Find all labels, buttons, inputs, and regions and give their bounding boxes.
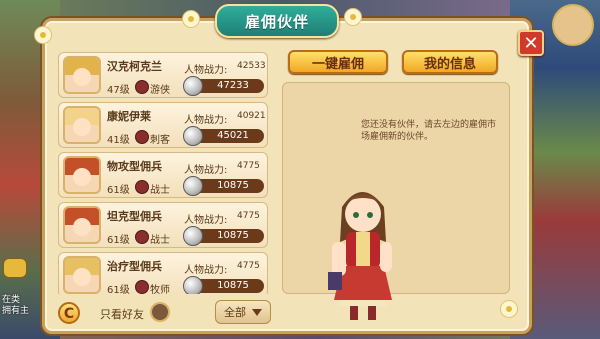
power-label: 人物战力: — [184, 65, 228, 76]
mercenary-list[interactable]: 汉克柯克兰 47级 游侠 人物战力: 42533 47233 康妮伊莱 41级 … — [58, 52, 270, 294]
power-value: 4775 — [237, 211, 260, 221]
panel-title: 雇佣伙伴 — [215, 4, 339, 38]
list-item[interactable]: 康妮伊莱 41级 刺客 人物战力: 40921 45021 — [58, 102, 268, 148]
flower-decoration-icon — [500, 300, 518, 318]
friends-only-toggle[interactable] — [150, 302, 170, 322]
class-icon — [135, 80, 149, 94]
cost-value: 47233 — [217, 80, 249, 91]
avatar — [63, 56, 101, 94]
power-value: 4775 — [237, 161, 260, 171]
empty-partner-message: 您还没有伙伴，请去左边的雇佣市场雇佣新的伙伴。 — [361, 120, 497, 142]
mercenary-name: 治疗型佣兵 — [107, 260, 162, 273]
chat-icon[interactable] — [3, 258, 27, 278]
power-value: 40921 — [237, 111, 266, 121]
mercenary-level: 61级 — [107, 285, 130, 294]
mercenary-name: 物攻型佣兵 — [107, 160, 162, 173]
avatar — [63, 156, 101, 194]
mercenary-level: 41级 — [107, 135, 130, 146]
mercenary-name: 坦克型佣兵 — [107, 210, 162, 223]
mercenary-level: 61级 — [107, 185, 130, 196]
mercenary-level: 47级 — [107, 85, 130, 96]
my-info-button[interactable]: 我的信息 — [402, 50, 498, 74]
avatar — [63, 256, 101, 294]
power-value: 4775 — [237, 261, 260, 271]
friends-only-label: 只看好友 — [100, 308, 144, 321]
power-value: 42533 — [237, 61, 266, 71]
player-portrait-avatar[interactable] — [552, 4, 594, 46]
cost-value: 45021 — [217, 130, 249, 141]
avatar — [63, 106, 101, 144]
avatar — [63, 206, 101, 244]
filter-value: 全部 — [224, 306, 246, 319]
silver-coin-icon — [183, 126, 203, 146]
flower-decoration-icon — [182, 10, 200, 28]
silver-coin-icon — [183, 76, 203, 96]
mercenary-class: 游侠 — [150, 85, 170, 96]
power-label: 人物战力: — [184, 265, 228, 276]
flower-decoration-icon — [34, 26, 52, 44]
mercenary-class: 牧师 — [150, 285, 170, 294]
cost-value: 10875 — [217, 180, 249, 191]
class-icon — [135, 280, 149, 294]
mercenary-class: 战士 — [150, 185, 170, 196]
chevron-down-icon — [252, 308, 262, 316]
guide-character-illustration — [328, 192, 392, 320]
list-item[interactable]: 汉克柯克兰 47级 游侠 人物战力: 42533 47233 — [58, 52, 268, 98]
power-label: 人物战力: — [184, 215, 228, 226]
class-icon — [135, 130, 149, 144]
list-item[interactable]: 物攻型佣兵 61级 战士 人物战力: 4775 10875 — [58, 152, 268, 198]
mercenary-level: 61级 — [107, 235, 130, 246]
filter-dropdown[interactable]: 全部 — [215, 300, 271, 324]
close-button[interactable]: ✕ — [518, 30, 544, 56]
silver-coin-icon — [183, 176, 203, 196]
panel-title-text: 雇佣伙伴 — [244, 12, 309, 31]
class-icon — [135, 180, 149, 194]
cost-value: 10875 — [217, 230, 249, 241]
silver-coin-icon — [183, 276, 203, 294]
class-icon — [135, 230, 149, 244]
mercenary-class: 刺客 — [150, 135, 170, 146]
power-label: 人物战力: — [184, 165, 228, 176]
refresh-button[interactable]: C — [58, 302, 80, 324]
list-item[interactable]: 治疗型佣兵 61级 牧师 人物战力: 4775 10875 — [58, 252, 268, 294]
mercenary-name: 汉克柯克兰 — [107, 60, 162, 73]
power-label: 人物战力: — [184, 115, 228, 126]
silver-coin-icon — [183, 226, 203, 246]
hire-all-button[interactable]: 一键雇佣 — [288, 50, 388, 74]
mercenary-name: 康妮伊莱 — [107, 110, 151, 123]
mercenary-class: 战士 — [150, 235, 170, 246]
flower-decoration-icon — [344, 8, 362, 26]
list-item[interactable]: 坦克型佣兵 61级 战士 人物战力: 4775 10875 — [58, 202, 268, 248]
cost-value: 10875 — [217, 280, 249, 291]
